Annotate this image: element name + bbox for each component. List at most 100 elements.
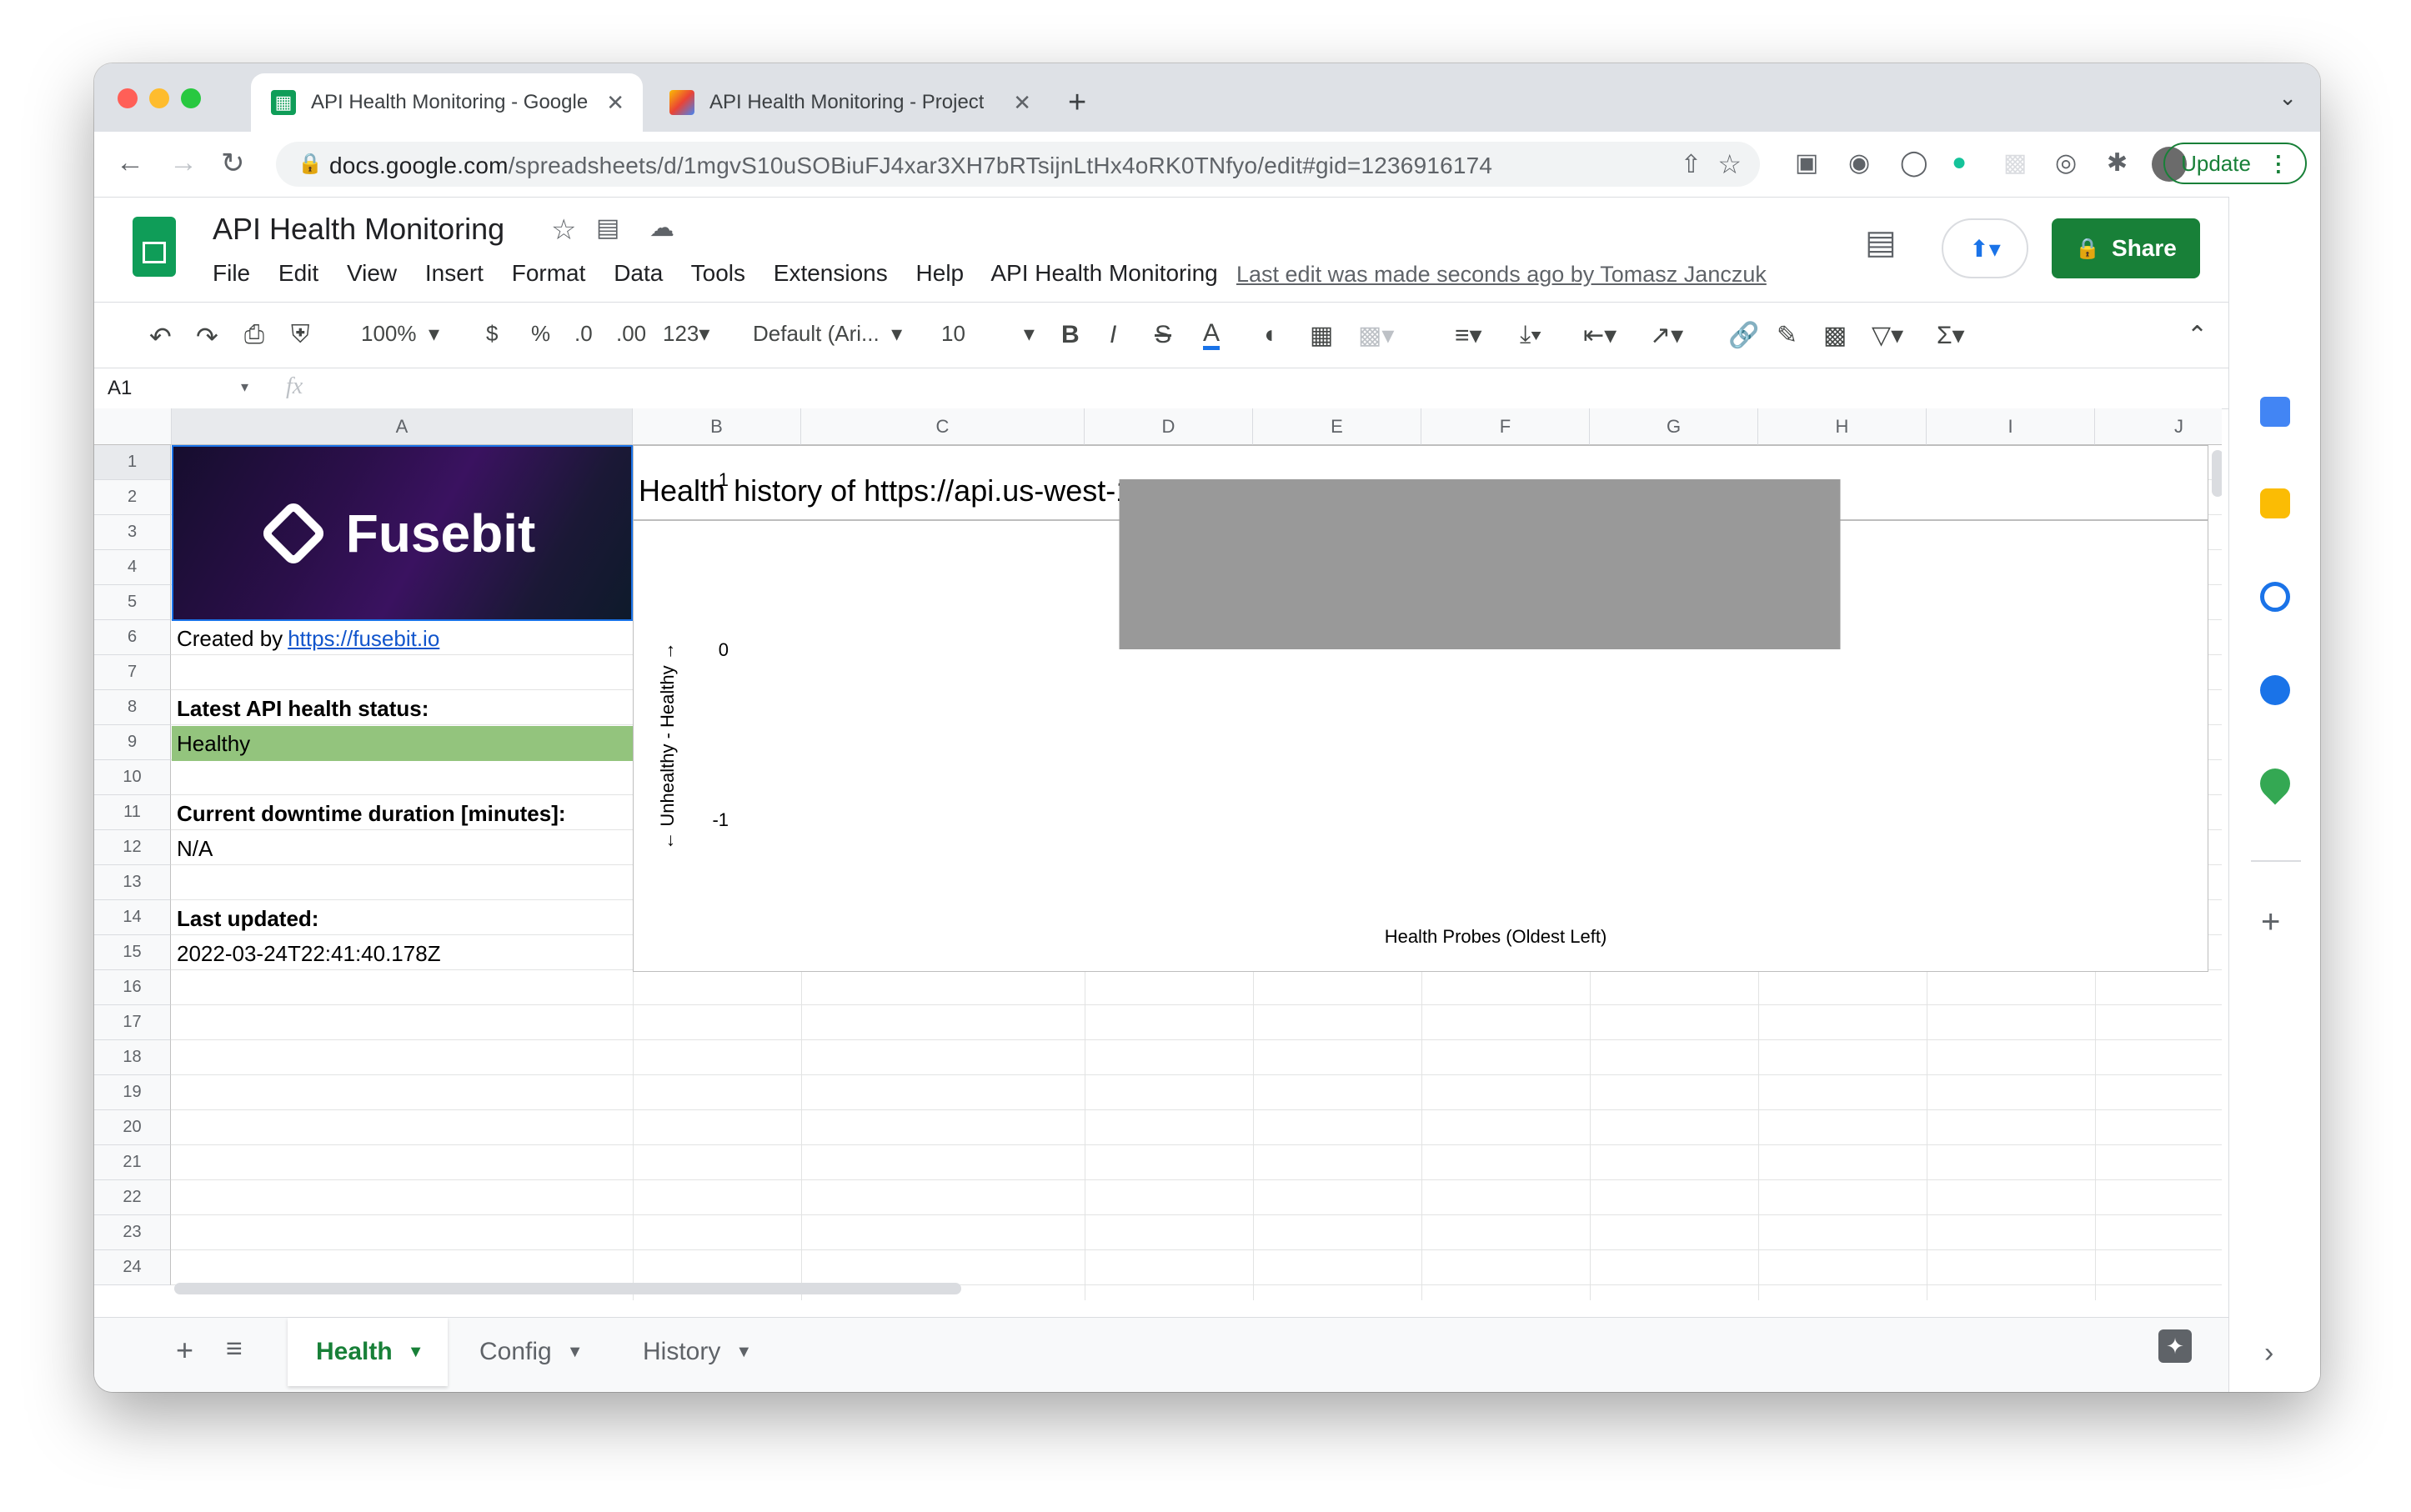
column-header-j[interactable]: J: [2095, 408, 2222, 445]
column-header-g[interactable]: G: [1590, 408, 1758, 445]
insert-chart-icon[interactable]: ▩: [1823, 321, 1847, 350]
fusebit-link[interactable]: https://fusebit.io: [288, 626, 439, 652]
row-header[interactable]: 23: [94, 1215, 171, 1250]
row-header[interactable]: 6: [94, 620, 171, 655]
row-header[interactable]: 4: [94, 550, 171, 585]
move-folder-icon[interactable]: ▤: [596, 213, 619, 243]
star-icon[interactable]: ☆: [551, 213, 576, 247]
sheets-logo-icon[interactable]: [133, 217, 176, 277]
number-format-select[interactable]: 123▾: [663, 321, 709, 347]
paint-format-icon[interactable]: ⛨: [291, 321, 310, 349]
extension-r-icon[interactable]: ◎: [2055, 148, 2077, 178]
row-header[interactable]: 8: [94, 690, 171, 725]
contacts-icon[interactable]: [2260, 675, 2290, 705]
share-button[interactable]: 🔒 Share: [2052, 218, 2200, 278]
close-window-button[interactable]: [118, 88, 138, 108]
text-color-icon[interactable]: A: [1203, 321, 1221, 350]
currency-button[interactable]: $: [486, 321, 498, 347]
cell-a8[interactable]: Latest API health status:: [172, 691, 633, 726]
filter-icon[interactable]: ▽▾: [1872, 321, 1903, 350]
row-header[interactable]: 22: [94, 1180, 171, 1215]
column-header-h[interactable]: H: [1758, 408, 1927, 445]
menu-data[interactable]: Data: [614, 260, 663, 286]
row-header[interactable]: 5: [94, 585, 171, 620]
menu-insert[interactable]: Insert: [425, 260, 484, 286]
maps-icon[interactable]: [2253, 762, 2297, 805]
row-header[interactable]: 11: [94, 795, 171, 830]
chart-bar[interactable]: [1119, 479, 1841, 649]
column-header-b[interactable]: B: [633, 408, 801, 445]
explore-icon[interactable]: ✦: [2158, 1329, 2192, 1363]
column-header-d[interactable]: D: [1085, 408, 1253, 445]
menu-format[interactable]: Format: [512, 260, 586, 286]
cell-a12[interactable]: N/A: [172, 831, 633, 866]
column-header-a[interactable]: A: [172, 408, 633, 445]
percent-button[interactable]: %: [531, 321, 550, 347]
font-size-select[interactable]: 10 ▾: [941, 321, 1035, 347]
cell-a14[interactable]: Last updated:: [172, 901, 633, 936]
cell-a15[interactable]: 2022-03-24T22:41:40.178Z: [172, 936, 633, 971]
strikethrough-icon[interactable]: S: [1155, 321, 1171, 349]
font-family-select[interactable]: Default (Ari... ▾: [753, 321, 902, 347]
row-header[interactable]: 24: [94, 1250, 171, 1285]
borders-icon[interactable]: ▦: [1310, 321, 1333, 350]
all-sheets-icon[interactable]: ≡: [226, 1333, 243, 1365]
vertical-scrollbar[interactable]: [2212, 450, 2222, 497]
share-page-icon[interactable]: ⇧: [1681, 150, 1702, 179]
menu-api-health-monitoring[interactable]: API Health Monitoring: [990, 260, 1217, 286]
forward-arrow-icon[interactable]: →: [169, 147, 198, 179]
row-header[interactable]: 19: [94, 1075, 171, 1110]
bold-icon[interactable]: B: [1061, 321, 1080, 349]
fusebit-logo-image[interactable]: Fusebit: [172, 445, 633, 621]
row-header[interactable]: 17: [94, 1005, 171, 1040]
column-header-c[interactable]: C: [801, 408, 1085, 445]
row-header[interactable]: 15: [94, 935, 171, 970]
camera-icon[interactable]: ◉: [1848, 148, 1870, 178]
close-tab-icon[interactable]: ✕: [1013, 90, 1031, 116]
formula-input[interactable]: [336, 375, 2203, 402]
insert-link-icon[interactable]: 🔗: [1728, 321, 1759, 350]
browser-tab-active[interactable]: ▦ API Health Monitoring - Google ✕: [251, 73, 643, 132]
redo-icon[interactable]: ↷: [196, 321, 218, 353]
extensions-puzzle-icon[interactable]: ✱: [2107, 148, 2128, 178]
horizontal-align-icon[interactable]: ≡▾: [1455, 321, 1482, 350]
cell-a6[interactable]: Created by https://fusebit.io: [172, 621, 633, 656]
last-edit-link[interactable]: Last edit was made seconds ago by Tomasz…: [1236, 262, 1767, 288]
present-button[interactable]: ⬆▾: [1942, 218, 2028, 278]
add-addon-icon[interactable]: +: [2261, 904, 2280, 941]
fill-color-icon[interactable]: ◖: [1261, 321, 1276, 349]
merge-cells-icon[interactable]: ▩▾: [1358, 321, 1394, 350]
chevron-right-icon[interactable]: ›: [2264, 1337, 2273, 1369]
sheet-tab-health[interactable]: Health ▼: [288, 1318, 448, 1386]
sheet-tab-config[interactable]: Config ▼: [451, 1318, 609, 1386]
insert-comment-icon[interactable]: ✎: [1777, 321, 1797, 350]
reload-icon[interactable]: ↻: [221, 147, 245, 180]
row-header[interactable]: 10: [94, 760, 171, 795]
select-all-corner[interactable]: [94, 408, 172, 445]
row-header[interactable]: 21: [94, 1145, 171, 1180]
tab-search-icon[interactable]: ⌄: [2278, 85, 2297, 111]
row-header[interactable]: 12: [94, 830, 171, 865]
grammarly-icon[interactable]: ●: [1952, 148, 1967, 177]
row-header[interactable]: 3: [94, 515, 171, 550]
spreadsheet-grid[interactable]: A B C D E F G H I J 1 2 3 4 5 6 7 8 9 10 11 12 13 14 1…: [94, 408, 2222, 1300]
collapse-toolbar-icon[interactable]: ⌃: [2187, 321, 2208, 350]
extension-grid-icon[interactable]: ▩: [2003, 148, 2027, 178]
row-header[interactable]: 13: [94, 865, 171, 900]
menu-help[interactable]: Help: [916, 260, 965, 286]
print-icon[interactable]: ⎙: [244, 321, 264, 349]
document-title[interactable]: API Health Monitoring: [213, 212, 504, 247]
row-header[interactable]: 18: [94, 1040, 171, 1075]
minimize-window-button[interactable]: [149, 88, 169, 108]
menu-extensions[interactable]: Extensions: [774, 260, 888, 286]
row-header[interactable]: 16: [94, 970, 171, 1005]
bookmark-star-icon[interactable]: ☆: [1717, 148, 1742, 180]
screen-capture-icon[interactable]: ▣: [1795, 148, 1818, 178]
name-box[interactable]: A1: [108, 377, 132, 400]
tasks-icon[interactable]: [2260, 582, 2290, 612]
row-header[interactable]: 9: [94, 725, 171, 760]
calendar-icon[interactable]: [2260, 397, 2290, 427]
row-header[interactable]: 1: [94, 445, 171, 480]
column-header-e[interactable]: E: [1253, 408, 1421, 445]
italic-icon[interactable]: I: [1110, 321, 1116, 349]
